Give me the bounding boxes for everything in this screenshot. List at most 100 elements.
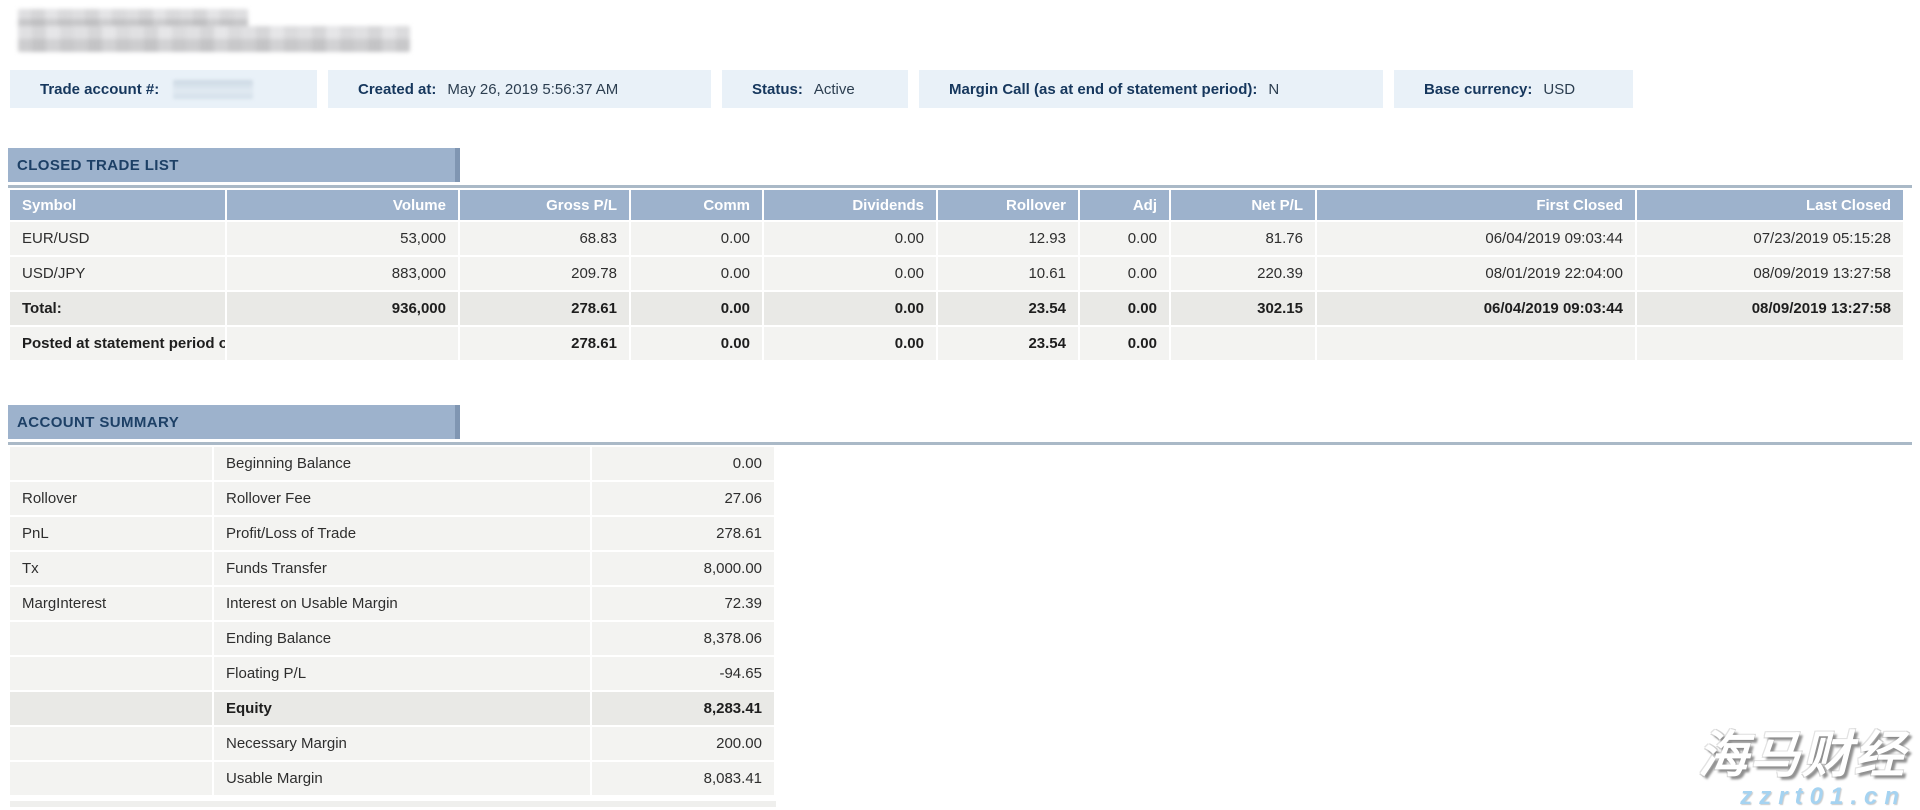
cell-name: Ending Balance <box>214 622 590 655</box>
info-label: Status: <box>752 81 803 98</box>
info-value: N <box>1268 81 1279 98</box>
cell-value: 72.39 <box>592 587 774 620</box>
cell-value: 8,378.06 <box>592 622 774 655</box>
posted-row: Posted at statement period of time:278.6… <box>10 327 1903 360</box>
col-rollover: Rollover <box>938 190 1078 220</box>
cell-code <box>10 692 212 725</box>
cell-gross_pl: 209.78 <box>460 257 629 290</box>
header-row: SymbolVolumeGross P/LCommDividendsRollov… <box>10 190 1903 220</box>
cell-value: 8,083.41 <box>592 762 774 795</box>
cell-name: Profit/Loss of Trade <box>214 517 590 550</box>
cell-adj: 0.00 <box>1080 222 1169 255</box>
section-tab-account-summary: ACCOUNT SUMMARY <box>8 405 460 439</box>
cell-code <box>10 622 212 655</box>
cell-first_closed: 06/04/2019 09:03:44 <box>1317 292 1635 325</box>
info-item: Trade account #: <box>10 70 317 108</box>
cell-adj: 0.00 <box>1080 257 1169 290</box>
cell-adj: 0.00 <box>1080 327 1169 360</box>
cell-net_pl <box>1171 327 1315 360</box>
cell-code: Rollover <box>10 482 212 515</box>
info-label: Trade account #: <box>40 81 159 98</box>
cell-name: Interest on Usable Margin <box>214 587 590 620</box>
cell-name: Equity <box>214 692 590 725</box>
closed-trade-table-header: SymbolVolumeGross P/LCommDividendsRollov… <box>10 190 1903 220</box>
account-summary-section: ACCOUNT SUMMARY Beginning Balance0.00Rol… <box>8 405 1912 797</box>
cell-code: PnL <box>10 517 212 550</box>
info-label: Margin Call (as at end of statement peri… <box>949 81 1257 98</box>
cell-code: Tx <box>10 552 212 585</box>
cell-last_closed: 08/09/2019 13:27:58 <box>1637 257 1903 290</box>
cell-volume <box>227 327 458 360</box>
col-symbol: Symbol <box>10 190 225 220</box>
summary-row: Necessary Margin200.00 <box>10 727 774 760</box>
cell-net_pl: 220.39 <box>1171 257 1315 290</box>
cell-last_closed: 07/23/2019 05:15:28 <box>1637 222 1903 255</box>
section-tab-closed-trade-list: CLOSED TRADE LIST <box>8 148 460 182</box>
cell-rollover: 23.54 <box>938 292 1078 325</box>
cell-adj: 0.00 <box>1080 292 1169 325</box>
account-info-bar: Trade account #:Created at:May 26, 2019 … <box>10 70 1633 108</box>
total-row: Total:936,000278.610.000.0023.540.00302.… <box>10 292 1903 325</box>
cell-name: Rollover Fee <box>214 482 590 515</box>
cell-value: 0.00 <box>592 447 774 480</box>
cell-last_closed <box>1637 327 1903 360</box>
cell-symbol: USD/JPY <box>10 257 225 290</box>
trade-row: USD/JPY883,000209.780.000.0010.610.00220… <box>10 257 1903 290</box>
summary-row: TxFunds Transfer8,000.00 <box>10 552 774 585</box>
cell-name: Usable Margin <box>214 762 590 795</box>
info-value: Active <box>814 81 855 98</box>
col-last_closed: Last Closed <box>1637 190 1903 220</box>
summary-row: Beginning Balance0.00 <box>10 447 774 480</box>
cell-net_pl: 81.76 <box>1171 222 1315 255</box>
info-value: May 26, 2019 5:56:37 AM <box>447 81 618 98</box>
cell-dividends: 0.00 <box>764 292 936 325</box>
info-item: Margin Call (as at end of statement peri… <box>919 70 1383 108</box>
cell-comm: 0.00 <box>631 327 762 360</box>
summary-row: RolloverRollover Fee27.06 <box>10 482 774 515</box>
cell-code <box>10 727 212 760</box>
redacted-report-title <box>18 9 248 31</box>
cell-code <box>10 762 212 795</box>
cell-symbol: Total: <box>10 292 225 325</box>
summary-row: Floating P/L-94.65 <box>10 657 774 690</box>
cell-gross_pl: 278.61 <box>460 292 629 325</box>
col-volume: Volume <box>227 190 458 220</box>
cell-value: 8,000.00 <box>592 552 774 585</box>
info-item: Status: Active <box>722 70 908 108</box>
closed-trade-table: SymbolVolumeGross P/LCommDividendsRollov… <box>8 188 1905 362</box>
cell-dividends: 0.00 <box>764 327 936 360</box>
closed-trade-table-body: EUR/USD53,00068.830.000.0012.930.0081.76… <box>10 222 1903 360</box>
redacted-account-number <box>173 80 253 99</box>
col-gross_pl: Gross P/L <box>460 190 629 220</box>
summary-row: Ending Balance8,378.06 <box>10 622 774 655</box>
cell-rollover: 23.54 <box>938 327 1078 360</box>
section-title-closed-trade-list: CLOSED TRADE LIST <box>17 157 179 174</box>
account-summary-table-body: Beginning Balance0.00RolloverRollover Fe… <box>10 447 774 795</box>
closed-trade-section: CLOSED TRADE LIST SymbolVolumeGross P/LC… <box>8 148 1912 362</box>
summary-row: Usable Margin8,083.41 <box>10 762 774 795</box>
cell-comm: 0.00 <box>631 292 762 325</box>
cell-volume: 883,000 <box>227 257 458 290</box>
col-dividends: Dividends <box>764 190 936 220</box>
cell-value: -94.65 <box>592 657 774 690</box>
cell-code: MargInterest <box>10 587 212 620</box>
cell-code <box>10 447 212 480</box>
cell-symbol: EUR/USD <box>10 222 225 255</box>
account-summary-table: Beginning Balance0.00RolloverRollover Fe… <box>8 445 776 797</box>
info-value: USD <box>1543 81 1575 98</box>
cell-value: 8,283.41 <box>592 692 774 725</box>
info-label: Base currency: <box>1424 81 1532 98</box>
col-first_closed: First Closed <box>1317 190 1635 220</box>
cell-code <box>10 657 212 690</box>
cell-first_closed: 08/01/2019 22:04:00 <box>1317 257 1635 290</box>
summary-row: Equity8,283.41 <box>10 692 774 725</box>
info-item: Base currency: USD <box>1394 70 1633 108</box>
summary-row: PnLProfit/Loss of Trade278.61 <box>10 517 774 550</box>
cell-first_closed: 06/04/2019 09:03:44 <box>1317 222 1635 255</box>
col-comm: Comm <box>631 190 762 220</box>
col-adj: Adj <box>1080 190 1169 220</box>
cell-gross_pl: 278.61 <box>460 327 629 360</box>
cell-rollover: 12.93 <box>938 222 1078 255</box>
cell-net_pl: 302.15 <box>1171 292 1315 325</box>
cut-off-row-sliver <box>10 801 776 807</box>
